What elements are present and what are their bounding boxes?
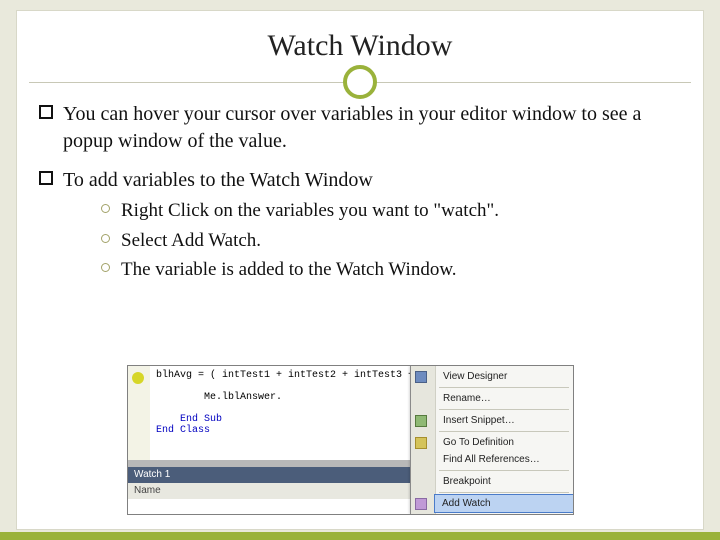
code-line-1: blhAvg = ( intTest1 + intTest2 + intTest… [156,370,411,381]
menu-find-references-label: Find All References… [443,454,540,465]
code-end-sub: End Sub [180,414,222,425]
sub-bullet-1-text: Right Click on the variables you want to… [121,200,499,221]
content-area: You can hover your cursor over variables… [17,95,703,283]
menu-breakpoint-label: Breakpoint [443,476,491,487]
sub-bullet-list: Right Click on the variables you want to… [101,198,681,283]
menu-view-designer[interactable]: View Designer [435,368,573,385]
code-line-2: Me.lblAnswer. [204,392,282,403]
menu-add-watch[interactable]: Add Watch [434,494,574,513]
menu-breakpoint[interactable]: Breakpoint [435,473,573,490]
code-end-class: End Class [156,425,210,436]
sub-bullet-2-text: Select Add Watch. [121,230,261,251]
menu-rename[interactable]: Rename… [435,390,573,407]
menu-items: View Designer Rename… Insert Snippet… Go… [435,368,573,515]
sub-bullet-3-text: The variable is added to the Watch Windo… [121,259,457,280]
menu-add-watch-label: Add Watch [442,498,491,509]
menu-rename-label: Rename… [443,393,491,404]
breakpoint-marker-icon [132,372,144,384]
menu-find-references[interactable]: Find All References… [435,451,573,468]
circle-bullet-icon [101,234,110,243]
snippet-icon [415,415,427,427]
bullet-1: You can hover your cursor over variables… [39,101,681,155]
watch-panel-header: Name [128,483,411,500]
slide: Watch Window You can hover your cursor o… [16,10,704,530]
circle-bullet-icon [101,204,110,213]
menu-separator [439,431,569,432]
menu-view-designer-label: View Designer [443,371,507,382]
sub-bullet-3: The variable is added to the Watch Windo… [101,257,681,283]
menu-goto-definition[interactable]: Go To Definition [435,434,573,451]
menu-quickwatch[interactable]: QuickWatch… [435,512,573,515]
embedded-screenshot: blhAvg = ( intTest1 + intTest2 + intTest… [127,365,574,515]
menu-separator [439,387,569,388]
slide-title: Watch Window [17,29,703,63]
panel-splitter [128,460,411,467]
menu-separator [439,409,569,410]
code-gutter [128,366,151,460]
footer-accent-bar [0,532,720,540]
menu-insert-snippet-label: Insert Snippet… [443,415,515,426]
sub-bullet-1: Right Click on the variables you want to… [101,198,681,224]
menu-goto-definition-label: Go To Definition [443,437,514,448]
watch-icon [415,498,427,510]
bullet-2-text: To add variables to the Watch Window [63,169,373,191]
menu-separator [439,470,569,471]
square-bullet-icon [39,105,53,119]
bullet-1-text: You can hover your cursor over variables… [63,103,641,152]
title-divider [17,69,703,95]
context-menu: View Designer Rename… Insert Snippet… Go… [410,366,573,514]
circle-bullet-icon [101,263,110,272]
bullet-2: To add variables to the Watch Window Rig… [39,167,681,283]
goto-icon [415,437,427,449]
menu-separator [439,492,569,493]
sub-bullet-2: Select Add Watch. [101,228,681,254]
accent-ring-icon [343,65,377,99]
square-bullet-icon [39,171,53,185]
menu-insert-snippet[interactable]: Insert Snippet… [435,412,573,429]
designer-icon [415,371,427,383]
watch-panel-title: Watch 1 [128,467,411,484]
watch-panel-body [128,499,411,514]
code-editor: blhAvg = ( intTest1 + intTest2 + intTest… [150,366,411,460]
